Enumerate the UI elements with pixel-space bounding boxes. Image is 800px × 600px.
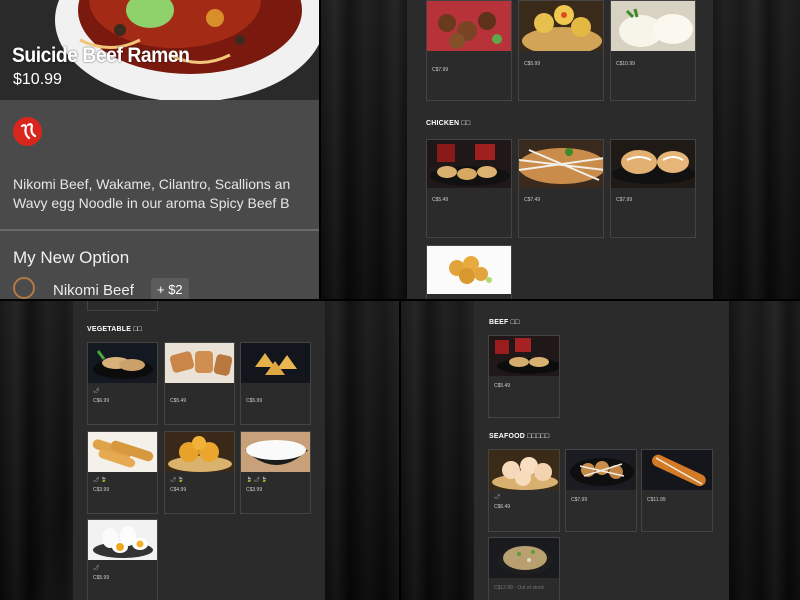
food-image-siu-mai	[519, 1, 603, 51]
food-image-beef-gyoza	[489, 336, 559, 376]
food-image-wontons	[241, 343, 310, 383]
menu-item-card[interactable]: C$7.99	[426, 0, 512, 101]
food-image-chicken-takoyaki	[519, 140, 603, 188]
item-price: C$7.49	[524, 197, 541, 203]
menu-item-card[interactable]: 🌶 🍃 C$4.99	[164, 431, 235, 514]
product-price: $10.99	[13, 71, 62, 88]
menu-item-card[interactable]: 🌶 C$6.99	[87, 342, 158, 425]
item-tags: 🌶 🍃	[93, 477, 107, 483]
menu-item-card[interactable]: C$7.99	[610, 139, 696, 238]
food-image-chicken-bao	[611, 140, 695, 188]
option-group-title: My New Option	[13, 248, 130, 267]
chili-pepper-icon	[13, 117, 42, 146]
item-price: C$6.49	[494, 504, 511, 510]
menu-panel: BEEF □□ C$5.49 SEAFOOD □□□□□ 🌶 C$6.49 C$…	[474, 301, 729, 600]
item-tags: 🌶	[93, 565, 100, 571]
menu-item-card[interactable]: 🌶 C$6.49	[488, 449, 560, 532]
food-image-spring-rolls	[165, 343, 234, 383]
option-radio[interactable]	[13, 277, 35, 299]
menu-item-card[interactable]: C$11.99	[641, 449, 713, 532]
item-price: C$7.99	[432, 67, 449, 73]
product-title: Suicide Beef Ramen	[12, 44, 190, 67]
menu-view-vegetable: VEGETABLE □□ 🌶 C$6.99 C$5.49 C$5.99 🌶 🍃 …	[0, 301, 399, 600]
menu-item-card[interactable]: C$7.49	[518, 139, 604, 238]
food-image-unagi	[642, 450, 712, 490]
menu-item-card[interactable]: C$5.49	[426, 139, 512, 238]
divider	[0, 229, 319, 231]
food-image-egg-rolls	[88, 432, 157, 472]
food-image-chicken-gyoza	[427, 140, 511, 188]
food-image-fried-wings	[427, 1, 511, 51]
section-title-vegetable: VEGETABLE □□	[87, 326, 143, 333]
menu-item-card[interactable]: 🌶 C$5.99	[87, 519, 158, 600]
item-tags: 🍃 🌶 🍃	[246, 477, 268, 483]
description-line: Nikomi Beef, Wakame, Cilantro, Scallions…	[13, 176, 291, 192]
food-image-har-gow	[489, 450, 559, 490]
item-price: C$11.99	[647, 497, 666, 503]
menu-item-card[interactable]: C$10.99	[610, 0, 696, 101]
item-price: C$12.99 - Out of stock	[494, 585, 545, 591]
section-title-seafood: SEAFOOD □□□□□	[489, 433, 550, 440]
item-price: C$5.49	[432, 197, 449, 203]
option-price-badge: + $2	[151, 278, 189, 299]
item-price: C$5.99	[524, 61, 541, 67]
menu-panel: VEGETABLE □□ 🌶 C$6.99 C$5.49 C$5.99 🌶 🍃 …	[73, 301, 325, 600]
food-image-karaage	[427, 246, 511, 294]
item-price: C$7.99	[571, 497, 588, 503]
food-image-steamed-buns	[611, 1, 695, 51]
section-title-chicken: CHICKEN □□	[426, 120, 471, 127]
menu-item-card[interactable]: 🌶 🍃 C$3.99	[87, 431, 158, 514]
food-image-okonomiyaki	[489, 538, 559, 578]
option-label[interactable]: Nikomi Beef	[53, 282, 134, 299]
item-price: C$5.49	[170, 398, 187, 404]
item-price: C$10.99	[616, 61, 635, 67]
menu-item-card[interactable]	[87, 301, 158, 311]
item-price: C$6.99	[93, 398, 110, 404]
food-image-soft-eggs	[88, 520, 157, 560]
item-tags: 🌶	[93, 388, 100, 394]
menu-view-beef-seafood: BEEF □□ C$5.49 SEAFOOD □□□□□ 🌶 C$6.49 C$…	[401, 301, 800, 600]
section-title-beef: BEEF □□	[489, 319, 520, 326]
product-description: Nikomi Beef, Wakame, Cilantro, Scallions…	[13, 175, 319, 213]
menu-view-top: C$7.99 C$5.99 C$10.99 CHICKEN □□ C$5.49 …	[321, 0, 800, 299]
item-price: C$5.49	[494, 383, 511, 389]
menu-item-card[interactable]: C$7.99	[565, 449, 637, 532]
item-price: C$5.99	[246, 398, 263, 404]
menu-item-card[interactable]: 🍃 🌶 🍃 C$3.99	[240, 431, 311, 514]
food-image-veg-gyoza	[88, 343, 157, 383]
menu-item-card[interactable]	[426, 245, 512, 299]
item-price: C$4.99	[170, 487, 187, 493]
item-price: C$3.99	[246, 487, 263, 493]
description-line: Wavy egg Noodle in our aroma Spicy Beef …	[13, 195, 290, 211]
menu-item-card[interactable]: C$5.99	[240, 342, 311, 425]
menu-item-card[interactable]: C$5.49	[488, 335, 560, 418]
menu-panel: C$7.99 C$5.99 C$10.99 CHICKEN □□ C$5.49 …	[407, 0, 713, 299]
food-image-sesame-balls	[165, 432, 234, 472]
menu-item-card[interactable]: C$5.99	[518, 0, 604, 101]
item-price: C$5.99	[93, 575, 110, 581]
product-detail-panel: Suicide Beef Ramen $10.99 Nikomi Beef, W…	[0, 0, 319, 299]
item-tags: 🌶 🍃	[170, 477, 184, 483]
item-tags: 🌶	[494, 494, 501, 500]
menu-item-card[interactable]: C$5.49	[164, 342, 235, 425]
menu-item-card[interactable]: C$12.99 - Out of stock	[488, 537, 560, 600]
food-image-takoyaki	[566, 450, 636, 490]
item-price: C$7.99	[616, 197, 633, 203]
food-image-steamed-rice	[241, 432, 310, 472]
item-price: C$3.99	[93, 487, 110, 493]
